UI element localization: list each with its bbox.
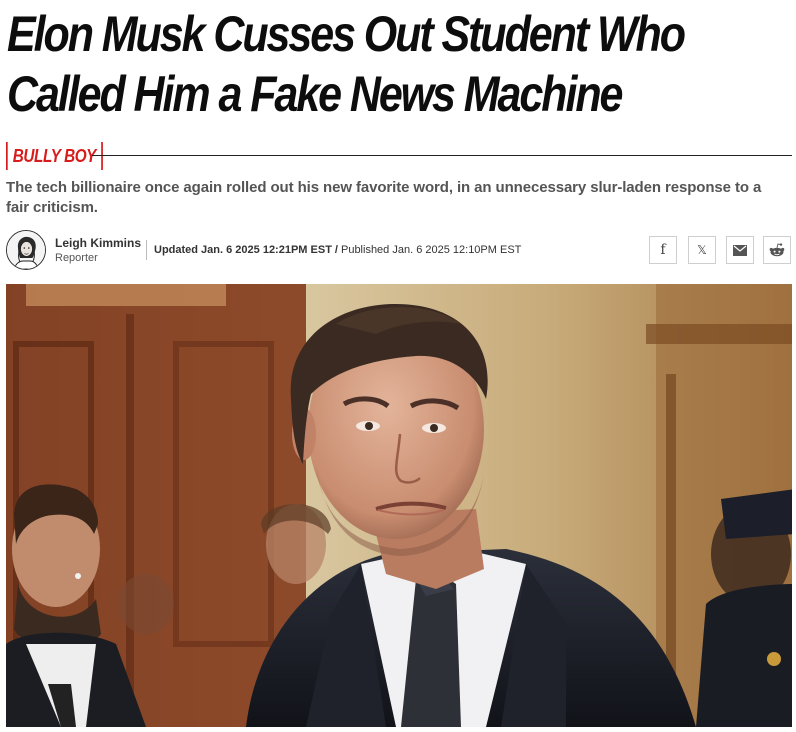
share-facebook-button[interactable]: f (649, 236, 677, 264)
x-icon: 𝕏 (697, 243, 707, 257)
share-reddit-button[interactable] (763, 236, 791, 264)
hero-photo-illustration (6, 284, 792, 727)
facebook-icon: f (660, 242, 666, 258)
byline-divider (146, 240, 147, 260)
share-x-button[interactable]: 𝕏 (688, 236, 716, 264)
rubric-divider (92, 155, 792, 156)
rubric-row: BULLY BOY (6, 140, 792, 172)
author-avatar[interactable] (6, 230, 46, 270)
byline: Leigh Kimmins Reporter Updated Jan. 6 20… (6, 230, 792, 272)
date-separator: / (334, 244, 338, 256)
share-email-button[interactable] (726, 236, 754, 264)
updated-date: Updated Jan. 6 2025 12:21PM EST (154, 244, 332, 256)
article-dek: The tech billionaire once again rolled o… (6, 179, 762, 216)
article-headline: Elon Musk Cusses Out Student Who Called … (7, 6, 686, 122)
author-portrait-icon (7, 231, 45, 269)
email-icon (733, 244, 747, 256)
section-rubric[interactable]: BULLY BOY (6, 142, 103, 170)
author-name[interactable]: Leigh Kimmins (55, 236, 141, 250)
reddit-icon (769, 243, 785, 257)
article-dates: Updated Jan. 6 2025 12:21PM EST / Publishe… (154, 244, 521, 256)
hero-image[interactable] (6, 284, 792, 727)
author-role: Reporter (55, 252, 98, 264)
published-date: Published Jan. 6 2025 12:10PM EST (340, 244, 522, 256)
